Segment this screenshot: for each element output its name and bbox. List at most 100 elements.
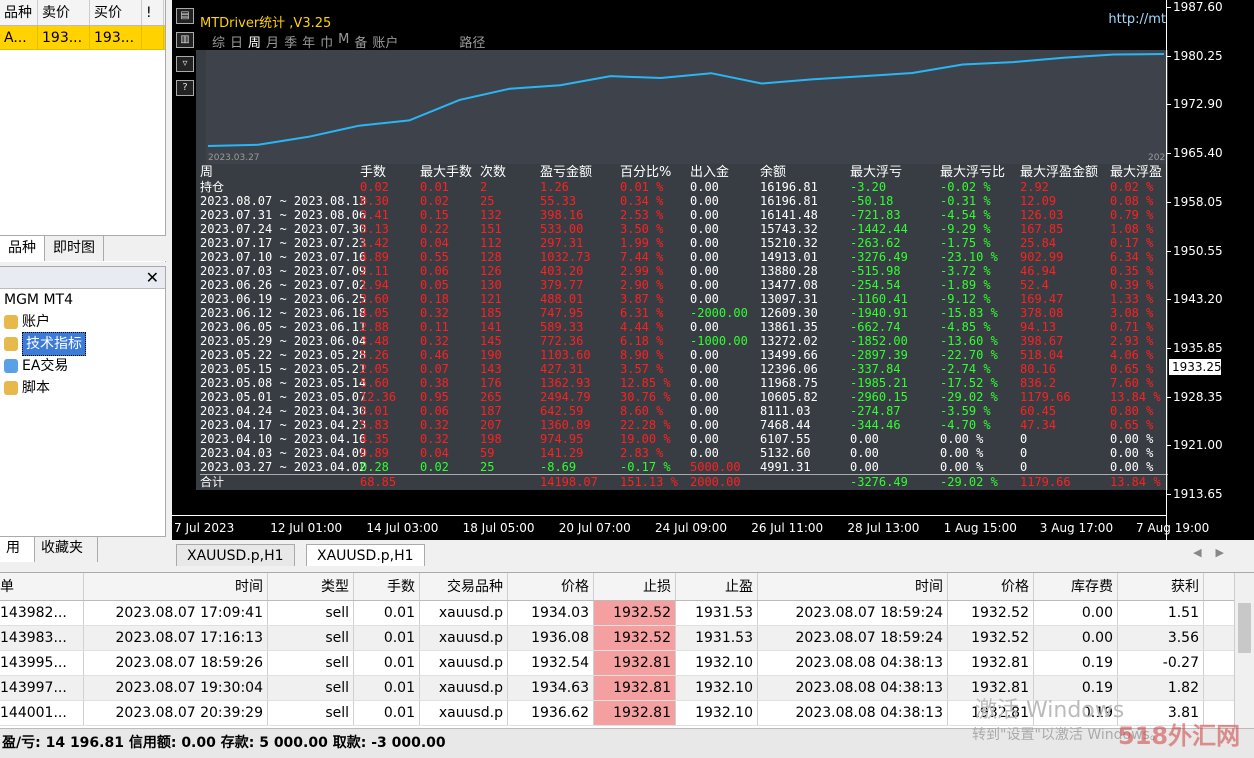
col-ask[interactable]: 买价 — [90, 0, 142, 25]
stats-cell: 1.08 % — [1110, 222, 1154, 236]
y-tick — [1167, 153, 1171, 155]
col-flag[interactable]: ! — [142, 0, 164, 25]
nav-root[interactable]: MGM MT4 — [0, 289, 165, 311]
stats-cell: 0.79 % — [1110, 208, 1154, 222]
vertical-scrollbar[interactable] — [1234, 573, 1254, 728]
nav-item-scripts[interactable]: 脚本 — [0, 377, 165, 399]
stats-cell: 0.00 — [690, 390, 719, 404]
stats-cell: 0.02 % — [1110, 180, 1154, 194]
period-tab[interactable]: 备 — [354, 32, 367, 51]
stats-cell: 0.00 — [690, 194, 719, 208]
toolbar-button[interactable]: ▥ — [176, 32, 194, 48]
stats-cell: 518.04 — [1020, 348, 1064, 362]
history-column-header[interactable]: 手数 — [354, 573, 420, 600]
price-axis[interactable]: 1933.25 1987.60 1980.25 1972.90 1965.40 1958… — [1166, 0, 1254, 540]
stats-cell: 2.88 — [360, 320, 389, 334]
toolbar-button[interactable]: ▤ — [176, 8, 194, 24]
period-tab[interactable]: 季 — [284, 32, 297, 51]
history-cell: 0.01 — [354, 601, 420, 625]
period-tab[interactable]: 巾 — [320, 32, 333, 51]
history-column-header[interactable]: 库存费 — [1034, 573, 1118, 600]
stats-cell: 187 — [480, 404, 502, 418]
col-symbol[interactable]: 品种 — [0, 0, 38, 25]
stats-week-row: 2023.05.29 ~ 2023.06.04 3.48 0.32 145 772.36… — [200, 334, 1168, 348]
time-axis[interactable]: 7 Jul 2023 12 Jul 01:00 14 Jul 03:00 18 Jul… — [172, 515, 1209, 540]
history-column-header[interactable]: 单 — [0, 573, 84, 600]
nav-item-accounts[interactable]: 账户 — [0, 311, 165, 333]
period-tabs: 综日周月季年巾 M 备账户 路径 — [212, 32, 485, 51]
history-cell: 144001... — [0, 701, 84, 725]
stats-cell: 198 — [480, 432, 502, 446]
toolbar-button[interactable]: ▿ — [176, 56, 194, 72]
stats-cell: 145 — [480, 334, 502, 348]
period-tab[interactable]: 年 — [302, 32, 315, 51]
stats-cell: -0.02 % — [940, 180, 991, 194]
history-cell: 143995... — [0, 651, 84, 675]
history-column-header[interactable]: 价格 — [508, 573, 594, 600]
history-cell: 1931.53 — [676, 626, 758, 650]
history-column-header[interactable]: 价格 — [948, 573, 1034, 600]
tab-symbols[interactable]: 品种 — [0, 236, 45, 261]
history-column-header[interactable]: 时间 — [758, 573, 948, 600]
close-icon[interactable]: ✕ — [146, 268, 159, 287]
tab-common[interactable]: 用 — [0, 537, 35, 562]
stats-cell: 0.00 — [690, 362, 719, 376]
nav-item-indicators[interactable]: 技术指标 — [0, 332, 165, 356]
tab-scroll-arrows[interactable]: ◀▶ — [1193, 546, 1238, 559]
period-tab[interactable]: 月 — [266, 32, 279, 51]
tab-tick-chart[interactable]: 即时图 — [45, 236, 104, 261]
stats-cell: 2023.07.03 ~ 2023.07.09 — [200, 264, 367, 278]
history-row[interactable]: 143995... 2023.08.07 18:59:26 sell 0.01 xauu… — [0, 651, 1254, 676]
stats-cell: 1.26 — [540, 180, 569, 194]
nav-item-experts[interactable]: EA交易 — [0, 355, 165, 377]
stats-cell: 0.00 — [690, 236, 719, 250]
period-tab[interactable]: 账户 — [372, 32, 398, 51]
history-cell: 1936.62 — [508, 701, 594, 725]
history-column-header[interactable]: 交易品种 — [420, 573, 508, 600]
stats-cell: 4.35 — [360, 432, 389, 446]
help-icon[interactable]: ? — [176, 80, 194, 96]
weekly-stats-table: 周 手数 最大手数 次数 盈亏金额 百分比% 出入金 余额 最大浮亏 最大浮亏比 最大浮盈金额 最大浮… — [200, 165, 1168, 489]
history-column-header[interactable]: 获利 — [1118, 573, 1204, 600]
history-row[interactable]: 143983... 2023.08.07 17:16:13 sell 0.01 xauu… — [0, 626, 1254, 651]
stats-cell: 128 — [480, 250, 502, 264]
period-tab[interactable]: 日 — [230, 32, 243, 51]
stats-header-cell: 出入金 — [690, 165, 730, 180]
scrollbar-thumb[interactable] — [1238, 603, 1251, 653]
stats-cell: 0.00 — [690, 446, 719, 460]
col-bid[interactable]: 卖价 — [38, 0, 90, 25]
stats-cell: 185 — [480, 306, 502, 320]
chart-tab[interactable]: XAUUSD.p,H1 — [176, 544, 295, 566]
stats-cell: -9.29 % — [940, 222, 991, 236]
history-column-header[interactable]: 止盈 — [676, 573, 758, 600]
market-watch-row[interactable]: A... 193... 193... — [0, 26, 165, 50]
history-column-header[interactable]: 止损 — [594, 573, 676, 600]
stats-cell: 3.50 % — [620, 222, 664, 236]
stats-cell: 488.01 — [540, 292, 584, 306]
tab-favorites[interactable]: 收藏夹 — [35, 537, 98, 562]
period-tab[interactable]: 周 — [248, 32, 261, 51]
history-column-header[interactable]: 时间 — [84, 573, 268, 600]
stats-cell: 2023.07.31 ~ 2023.08.06 — [200, 208, 367, 222]
stats-cell: 12.09 — [1020, 194, 1057, 208]
history-cell: 1932.10 — [676, 651, 758, 675]
period-tab[interactable]: M — [338, 32, 349, 51]
stats-week-row: 2023.07.17 ~ 2023.07.23 1.42 0.04 112 297.31… — [200, 236, 1168, 250]
history-row[interactable]: 143982... 2023.08.07 17:09:41 sell 0.01 xauu… — [0, 601, 1254, 626]
stats-cell: 130 — [480, 278, 502, 292]
stats-cell: 141 — [480, 320, 502, 334]
price-chart[interactable]: ▤ ▥ ▿ ? MTDriver统计 ,V3.25 http://mt 综日周月… — [172, 0, 1254, 540]
chart-tab-active[interactable]: XAUUSD.p,H1 — [306, 544, 425, 566]
stats-cell: 1360.89 — [540, 418, 591, 432]
mtdriver-url[interactable]: http://mt — [1108, 12, 1166, 27]
period-tab-path[interactable]: 路径 — [459, 32, 485, 51]
stats-cell: -3276.49 — [850, 250, 908, 264]
period-tab[interactable]: 综 — [212, 32, 225, 51]
history-column-header[interactable]: 类型 — [268, 573, 354, 600]
stats-cell: 2494.79 — [540, 390, 591, 404]
y-tick-label: 1965.40 — [1173, 146, 1223, 161]
stats-cell: 190 — [480, 348, 502, 362]
stats-header-cell: 周 — [200, 165, 214, 180]
stats-cell: -662.74 — [850, 320, 901, 334]
navigator-title-bar: ✕ — [0, 267, 165, 289]
